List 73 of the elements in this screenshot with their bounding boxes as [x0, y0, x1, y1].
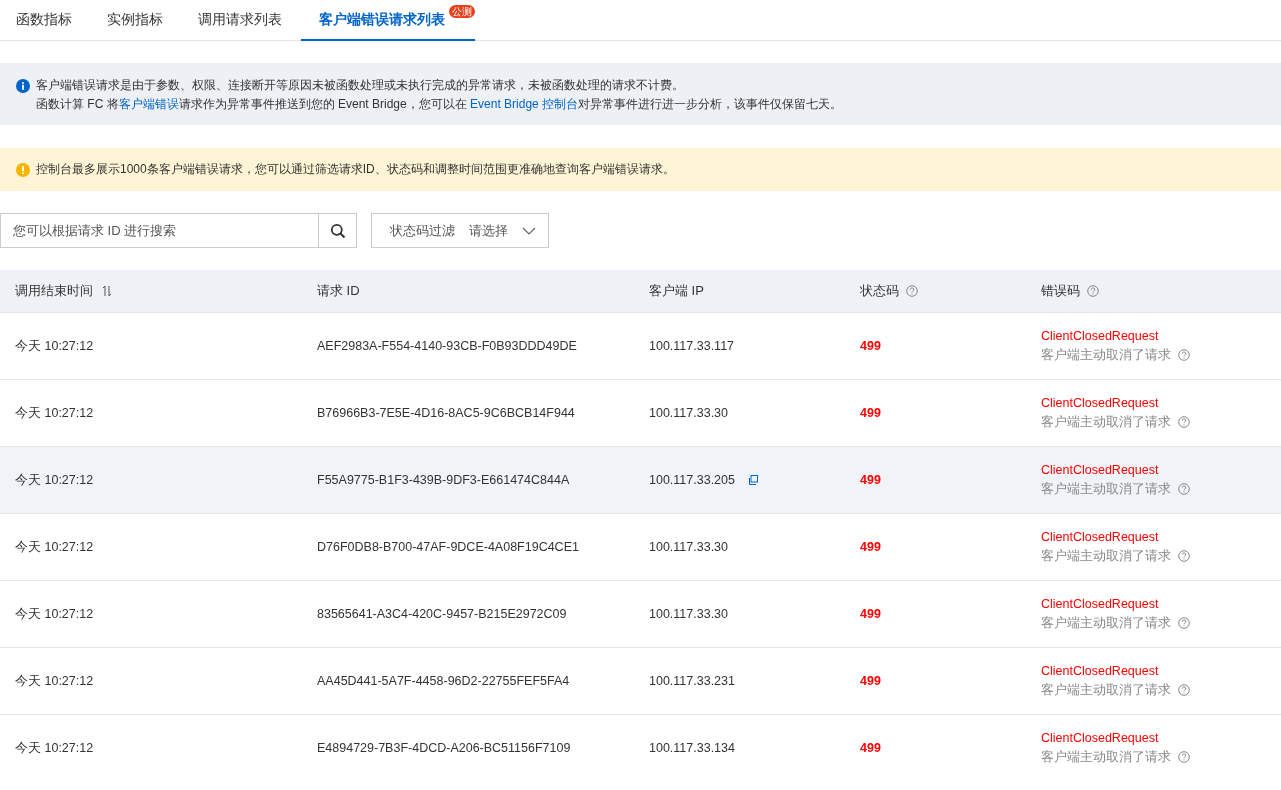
error-description: 客户端主动取消了请求	[1041, 748, 1171, 766]
filter-label: 状态码过滤	[390, 221, 455, 240]
error-description: 客户端主动取消了请求	[1041, 480, 1171, 498]
column-header: 状态码	[860, 282, 899, 300]
table-cell: 今天 10:27:12	[0, 714, 302, 781]
error-code: ClientClosedRequest	[1041, 328, 1159, 343]
help-icon[interactable]	[1178, 751, 1190, 763]
status-code: 499	[845, 513, 1026, 580]
help-icon[interactable]	[1178, 617, 1190, 629]
table-cell: 100.117.33.30	[649, 607, 728, 621]
table-cell: 今天 10:27:12	[0, 446, 302, 513]
error-code: ClientClosedRequest	[1041, 462, 1159, 477]
table-cell: 100.117.33.117	[649, 339, 735, 353]
help-icon[interactable]	[1178, 349, 1190, 361]
info-icon	[16, 79, 30, 93]
table-cell: 83565641-A3C4-420C-9457-B215E2972C09	[302, 580, 634, 647]
copy-icon[interactable]	[747, 475, 758, 485]
status-code: 499	[845, 647, 1026, 714]
error-code: ClientClosedRequest	[1041, 730, 1159, 745]
help-icon[interactable]	[1178, 483, 1190, 495]
table-cell: 100.117.33.30	[649, 406, 728, 420]
tab[interactable]: 调用请求列表	[182, 0, 298, 41]
help-icon[interactable]	[1178, 416, 1190, 428]
status-code: 499	[845, 446, 1026, 513]
status-code: 499	[845, 714, 1026, 781]
error-code: ClientClosedRequest	[1041, 529, 1159, 544]
link[interactable]: 客户端错误	[118, 97, 179, 111]
table-cell: E4894729-7B3F-4DCD-A206-BC51156F7109	[302, 714, 634, 781]
table-cell: 今天 10:27:12	[0, 312, 302, 379]
error-description: 客户端主动取消了请求	[1041, 547, 1171, 565]
search-box[interactable]: 您可以根据请求 ID 进行搜索	[0, 213, 357, 248]
table-cell: 100.117.33.134	[649, 741, 735, 755]
filter-placeholder: 请选择	[469, 221, 508, 240]
status-filter-dropdown[interactable]: 状态码过滤 请选择	[371, 213, 549, 248]
sort-icon[interactable]	[102, 285, 112, 297]
error-description: 客户端主动取消了请求	[1041, 346, 1171, 364]
search-icon	[329, 222, 346, 239]
warning-icon	[16, 162, 30, 177]
error-code: ClientClosedRequest	[1041, 395, 1159, 410]
help-icon[interactable]	[906, 285, 918, 297]
column-header: 错误码	[1041, 282, 1080, 300]
error-description: 客户端主动取消了请求	[1041, 681, 1171, 699]
error-description: 客户端主动取消了请求	[1041, 614, 1171, 632]
table-cell: 今天 10:27:12	[0, 647, 302, 714]
warning-text: 控制台最多展示1000条客户端错误请求，您可以通过筛选请求ID、状态码和调整时间范围更准确地查询客户端错误请求。	[36, 161, 675, 178]
tab[interactable]: 客户端错误请求列表 公测	[301, 0, 475, 41]
table-cell: AA45D441-5A7F-4458-96D2-22755FEF5FA4	[302, 647, 634, 714]
status-code: 499	[845, 312, 1026, 379]
help-icon[interactable]	[1087, 285, 1099, 297]
info-text: 客户端错误请求是由于参数、权限、连接断开等原因未被函数处理或未执行完成的异常请求，未被函数处理的请求不计费。	[36, 77, 685, 94]
status-code: 499	[845, 580, 1026, 647]
table-cell: 100.117.33.231	[649, 674, 735, 688]
table-cell: 今天 10:27:12	[0, 513, 302, 580]
table-cell: AEF2983A-F554-4140-93CB-F0B93DDD49DE	[302, 312, 634, 379]
beta-badge: 公测	[449, 5, 475, 18]
chevron-down-icon	[522, 226, 536, 235]
tab[interactable]: 函数指标	[0, 0, 88, 41]
link[interactable]: Event Bridge 控制台	[470, 97, 579, 111]
help-icon[interactable]	[1178, 550, 1190, 562]
tab[interactable]: 实例指标	[91, 0, 179, 41]
column-header: 调用结束时间	[15, 282, 93, 300]
table-cell: 100.117.33.205	[649, 473, 735, 487]
column-header: 请求 ID	[317, 282, 360, 300]
error-code: ClientClosedRequest	[1041, 596, 1159, 611]
help-icon[interactable]	[1178, 684, 1190, 696]
table-cell: D76F0DB8-B700-47AF-9DCE-4A08F19C4CE1	[302, 513, 634, 580]
table-cell: 今天 10:27:12	[0, 580, 302, 647]
column-header: 客户端 IP	[649, 282, 704, 300]
table-cell: 100.117.33.30	[649, 540, 728, 554]
error-code: ClientClosedRequest	[1041, 663, 1159, 678]
error-description: 客户端主动取消了请求	[1041, 413, 1171, 431]
info-text: 函数计算 FC 将客户端错误请求作为异常事件推送到您的 Event Bridge，您可以在 Event Bridge 控制台对异常事件进行进一步分析，该事件仅保留七天。	[36, 96, 843, 113]
table-cell: F55A9775-B1F3-439B-9DF3-E661474C844A	[302, 446, 634, 513]
